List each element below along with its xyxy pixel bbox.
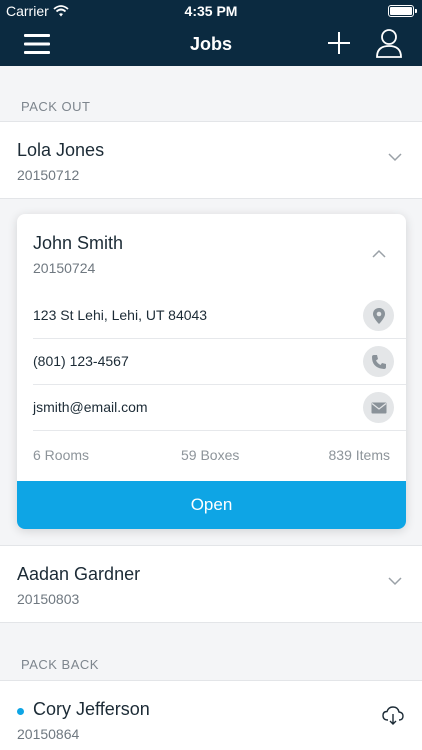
page-title: Jobs (189, 34, 232, 54)
plus-icon[interactable] (326, 30, 352, 56)
items-count: 839 Items (328, 447, 390, 463)
status-time: 4:35 PM (184, 3, 238, 19)
job-number: 20150712 (17, 167, 80, 183)
job-row-aadan-gardner[interactable]: Aadan Gardner 20150803 (0, 545, 422, 623)
job-name: Cory Jefferson (33, 699, 150, 719)
job-row-lola-jones[interactable]: Lola Jones 20150712 (0, 121, 422, 199)
phone-row[interactable]: (801) 123-4567 (33, 339, 406, 385)
job-name: John Smith (33, 233, 124, 253)
email-row[interactable]: jsmith@email.com (33, 385, 406, 431)
section-header-pack-out: PACK OUT (21, 99, 91, 114)
battery-icon (388, 5, 417, 17)
section-header-pack-back: PACK BACK (21, 657, 99, 672)
unread-indicator (17, 708, 24, 715)
location-pin-icon[interactable] (363, 300, 394, 331)
email-icon[interactable] (363, 392, 394, 423)
job-number: 20150803 (17, 591, 80, 607)
phone-text: (801) 123-4567 (33, 353, 129, 369)
status-bar: Carrier 4:35 PM (0, 0, 422, 22)
email-text: jsmith@email.com (33, 399, 148, 415)
address-row[interactable]: 123 St Lehi, Lehi, UT 84043 (33, 293, 406, 339)
boxes-count: 59 Boxes (181, 447, 240, 463)
chevron-down-icon[interactable] (388, 152, 402, 162)
chevron-up-icon[interactable] (372, 249, 386, 259)
nav-bar: Jobs (0, 22, 422, 66)
address-text: 123 St Lehi, Lehi, UT 84043 (33, 307, 208, 323)
job-name: Lola Jones (17, 140, 105, 160)
job-number: 20150724 (33, 260, 96, 276)
open-job-button[interactable]: Open (17, 481, 406, 529)
rooms-count: 6 Rooms (33, 447, 90, 463)
chevron-down-icon[interactable] (388, 576, 402, 586)
job-card-john-smith: John Smith 20150724 123 St Lehi, Lehi, U… (17, 214, 406, 529)
job-number: 20150864 (17, 726, 80, 742)
user-profile-icon[interactable] (375, 28, 403, 58)
phone-icon[interactable] (363, 346, 394, 377)
job-name: Aadan Gardner (17, 564, 141, 584)
job-row-cory-jefferson[interactable]: Cory Jefferson 20150864 (0, 680, 422, 750)
cloud-download-icon[interactable] (382, 706, 404, 726)
